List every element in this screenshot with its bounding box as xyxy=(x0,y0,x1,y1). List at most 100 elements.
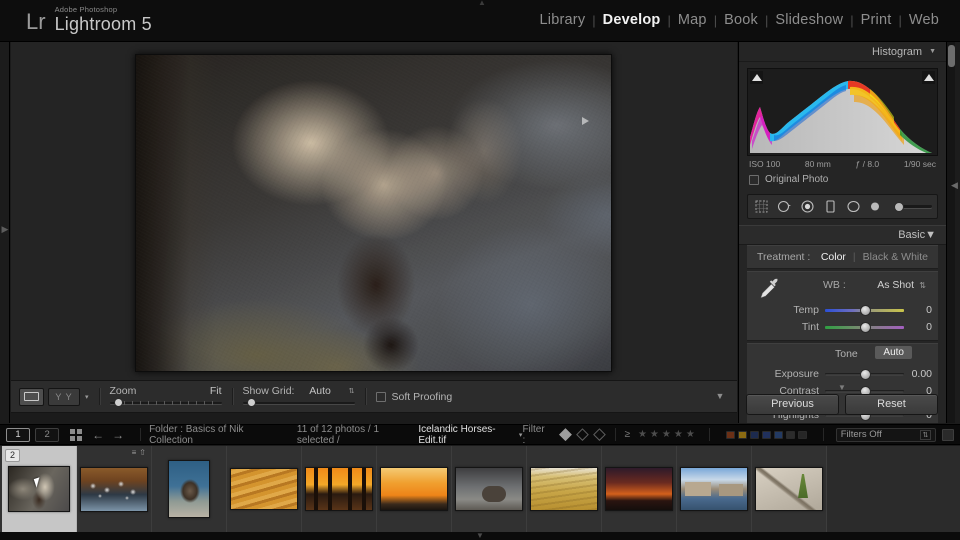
color-label-green-icon[interactable] xyxy=(749,430,759,439)
rating-operator-label[interactable]: ≥ xyxy=(624,429,630,440)
filmstrip-cell[interactable] xyxy=(677,446,752,532)
loupe-photo[interactable] xyxy=(135,54,612,372)
filmstrip-cell[interactable] xyxy=(452,446,527,532)
thumbnail-orange-sunset[interactable] xyxy=(380,467,448,511)
module-print[interactable]: Print xyxy=(854,12,899,28)
flag-unflagged-icon[interactable] xyxy=(576,428,589,441)
go-forward-arrow-icon[interactable]: → xyxy=(112,428,124,442)
temp-slider-knob[interactable] xyxy=(859,305,871,316)
grid-stepper-icon[interactable]: ⇅ xyxy=(349,386,355,397)
star-icon[interactable]: ★ xyxy=(650,429,659,440)
identity-plate-1[interactable]: 1 xyxy=(6,427,31,442)
filmstrip-cell[interactable] xyxy=(377,446,452,532)
exposure-value[interactable]: 0.00 xyxy=(904,368,932,380)
soft-proofing-control[interactable]: Soft Proofing xyxy=(375,386,452,408)
upload-badge-icon[interactable]: ⇧ xyxy=(139,448,146,457)
brush-size-slider[interactable] xyxy=(894,201,932,212)
filmstrip-cell[interactable] xyxy=(602,446,677,532)
filter-lock-icon[interactable] xyxy=(942,428,955,441)
thumbnail-dusk-silhouette[interactable] xyxy=(605,467,673,511)
color-label-red-icon[interactable] xyxy=(725,430,735,439)
filter-preset-dropdown[interactable]: Filters Off ⇅ xyxy=(835,427,937,442)
tint-slider-knob[interactable] xyxy=(859,322,871,333)
show-grid-value[interactable]: Auto xyxy=(309,385,331,397)
wb-stepper-icon[interactable]: ⇅ xyxy=(919,281,926,290)
exposure-slider-track[interactable] xyxy=(825,369,904,380)
radial-filter-tool-icon[interactable] xyxy=(845,198,862,215)
color-label-yellow-icon[interactable] xyxy=(737,430,747,439)
go-back-arrow-icon[interactable]: ← xyxy=(92,428,104,442)
color-label-blue-icon[interactable] xyxy=(761,430,771,439)
reset-button[interactable]: Reset xyxy=(845,393,938,415)
histogram-panel-header[interactable]: Histogram ▼ xyxy=(739,42,946,62)
adjustment-brush-tool-icon[interactable] xyxy=(868,198,885,215)
previous-button[interactable]: Previous xyxy=(746,393,839,415)
zoom-slider[interactable] xyxy=(109,397,222,407)
filmstrip-cell[interactable] xyxy=(152,446,227,532)
before-after-view-button[interactable]: Y Y xyxy=(48,387,80,406)
identity-plate[interactable]: Lr Adobe Photoshop Lightroom 5 xyxy=(26,6,152,35)
flag-rejected-icon[interactable] xyxy=(592,428,606,441)
thumbnail-pier-sunset[interactable] xyxy=(305,467,373,511)
color-label-none-icon[interactable] xyxy=(785,430,795,439)
filmstrip[interactable]: 2 ≡ ⇧ xyxy=(0,446,960,532)
module-book[interactable]: Book xyxy=(717,12,765,28)
basic-panel-header[interactable]: Basic ▼ xyxy=(739,225,946,245)
soft-proofing-checkbox[interactable] xyxy=(375,391,386,402)
crop-overlay-tool-icon[interactable] xyxy=(753,198,770,215)
thumbnail-bird-cliffs[interactable] xyxy=(80,466,148,512)
chevron-down-icon[interactable]: ▼ xyxy=(929,48,936,55)
brush-size-knob[interactable] xyxy=(894,201,904,212)
chevron-left-icon[interactable]: ◀ xyxy=(951,180,958,191)
chevron-right-icon[interactable]: ▶ xyxy=(1,222,9,236)
filmstrip-collapse-handle[interactable]: ▼ xyxy=(472,532,488,540)
grid-size-slider[interactable] xyxy=(242,397,355,407)
thumbnail-venice-canal[interactable] xyxy=(680,467,748,511)
filmstrip-cell[interactable] xyxy=(527,446,602,532)
shadow-clipping-indicator[interactable] xyxy=(750,71,763,84)
tint-slider-track[interactable] xyxy=(825,322,904,333)
spot-removal-tool-icon[interactable] xyxy=(776,198,793,215)
toolbar-collapse-button[interactable]: ▼ xyxy=(711,391,729,402)
scrollbar-thumb[interactable] xyxy=(948,45,955,67)
chevron-down-icon[interactable]: ▼ xyxy=(925,229,936,241)
thumbnail-icelandic-horses[interactable] xyxy=(8,466,70,512)
filmstrip-cell[interactable] xyxy=(227,446,302,532)
filmstrip-cell[interactable]: ≡ ⇧ xyxy=(77,446,152,532)
identity-plate-2[interactable]: 2 xyxy=(35,427,60,442)
color-label-custom-icon[interactable] xyxy=(797,430,807,439)
thumbnail-seascape-rock[interactable] xyxy=(455,467,523,511)
treatment-color-option[interactable]: Color xyxy=(821,251,846,263)
thumbnail-desert-dunes[interactable] xyxy=(230,468,298,510)
thumbnail-pelican-portrait[interactable] xyxy=(168,460,210,518)
color-label-purple-icon[interactable] xyxy=(773,430,783,439)
right-panel-scrollbar[interactable] xyxy=(946,42,955,423)
original-photo-checkbox[interactable] xyxy=(749,174,759,185)
module-web[interactable]: Web xyxy=(902,12,946,28)
star-icon[interactable]: ★ xyxy=(638,429,647,440)
source-folder-label[interactable]: Folder : Basics of Nik Collection xyxy=(149,424,279,446)
thumbnail-sand-texture[interactable] xyxy=(530,467,598,511)
stepper-icon[interactable]: ⇅ xyxy=(919,429,932,440)
white-balance-selector-icon[interactable] xyxy=(757,276,783,300)
star-rating-filter[interactable]: ★ ★ ★ ★ ★ xyxy=(638,429,695,440)
module-library[interactable]: Library xyxy=(533,12,593,28)
loupe-view-button[interactable] xyxy=(19,387,44,406)
module-develop[interactable]: Develop xyxy=(596,12,668,28)
original-photo-toggle[interactable]: Original Photo xyxy=(739,169,946,192)
metadata-badge-icon[interactable]: ≡ xyxy=(132,448,137,457)
highlight-clipping-indicator[interactable] xyxy=(922,71,935,84)
module-slideshow[interactable]: Slideshow xyxy=(768,12,850,28)
auto-tone-button[interactable]: Auto xyxy=(875,346,912,359)
temp-value[interactable]: 0 xyxy=(904,304,932,316)
treatment-bw-option[interactable]: Black & White xyxy=(863,251,928,263)
top-panel-collapse-handle[interactable]: ▲ xyxy=(470,0,494,7)
wb-value[interactable]: As Shot xyxy=(877,279,914,291)
grid-size-slider-knob[interactable] xyxy=(246,397,256,407)
star-icon[interactable]: ★ xyxy=(686,429,695,440)
right-panel-collapsed-edge[interactable] xyxy=(955,42,960,423)
filmstrip-cell[interactable] xyxy=(302,446,377,532)
flag-picked-icon[interactable] xyxy=(559,428,572,441)
graduated-filter-tool-icon[interactable] xyxy=(822,198,839,215)
chevron-down-icon[interactable]: ▾ xyxy=(85,393,89,401)
